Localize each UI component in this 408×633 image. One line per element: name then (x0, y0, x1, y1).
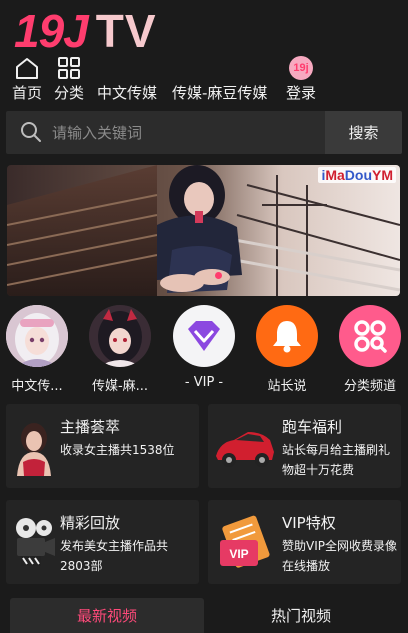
channel-item-announcement[interactable]: 站长说 (247, 305, 327, 394)
card-replay[interactable]: 精彩回放 发布美女主播作品共2803部 (6, 500, 199, 584)
hostess-photo-icon (11, 422, 57, 476)
vip-ticket-icon: VIP (214, 514, 276, 568)
card-vip[interactable]: VIP VIP特权 赞助VIP全网收费录像在线播放 (208, 500, 401, 584)
card-desc: 发布美女主播作品共2803部 (60, 539, 169, 573)
anime-avatar-pink-icon (6, 305, 68, 367)
film-camera-icon (11, 514, 57, 568)
banner-image (7, 165, 400, 296)
card-title: 精彩回放 (60, 514, 121, 532)
logo-part-1: 19J (14, 5, 89, 57)
category-icon (339, 305, 401, 367)
top-nav: 首页 分类 中文传媒 传媒-麻豆传媒 19j 登录 (0, 50, 408, 102)
channel-label: 中文传... (11, 379, 63, 394)
bell-icon (256, 305, 318, 367)
card-sports-car[interactable]: 跑车福利 站长每月给主播刷礼物超十万花费 (208, 404, 401, 488)
card-title: 跑车福利 (282, 418, 343, 436)
nav-item-madou-media[interactable]: 传媒-麻豆传媒 (172, 50, 267, 102)
channel-item-vip[interactable]: - VIP - (164, 305, 244, 390)
channel-label: 站长说 (267, 379, 307, 394)
channel-label: 分类频道 (343, 379, 396, 394)
site-logo[interactable]: 19J TV (14, 8, 157, 54)
search-icon (20, 121, 42, 147)
channel-label: - VIP - (184, 375, 224, 390)
card-hostess[interactable]: 主播荟萃 收录女主播共1538位 (6, 404, 199, 488)
logo-part-2: TV (95, 5, 157, 57)
search-input[interactable] (52, 111, 322, 154)
grid-icon (57, 55, 81, 81)
banner-watermark: iMaDouYM (318, 167, 396, 183)
tab-latest-videos[interactable]: 最新视频 (10, 598, 204, 633)
search-button[interactable]: 搜索 (325, 111, 402, 154)
login-badge-icon: 19j (289, 56, 313, 80)
video-tabs: 最新视频 热门视频 (10, 598, 402, 633)
channel-label: 传媒-麻... (91, 379, 149, 394)
channel-row: 中文传... 传媒-麻... - VIP - 站长说 分类频道 (0, 305, 408, 395)
card-title: 主播荟萃 (60, 418, 121, 436)
banner-carousel[interactable]: iMaDouYM (7, 165, 400, 296)
card-desc: 赞助VIP全网收费录像在线播放 (282, 539, 397, 573)
anime-avatar-dark-icon (89, 305, 151, 367)
nav-label: 传媒-麻豆传媒 (172, 84, 268, 102)
nav-item-login[interactable]: 19j 登录 (286, 50, 316, 102)
search-bar: 搜索 (6, 111, 402, 154)
nav-item-category[interactable]: 分类 (54, 50, 84, 102)
svg-text:VIP: VIP (229, 547, 248, 561)
vip-gem-icon (173, 305, 235, 367)
nav-label: 首页 (12, 84, 43, 102)
home-icon (14, 55, 40, 81)
sports-car-icon (214, 422, 276, 476)
nav-item-chinese-media[interactable]: 中文传媒 (97, 50, 157, 102)
nav-label: 登录 (286, 84, 317, 102)
channel-item-category[interactable]: 分类频道 (330, 305, 408, 394)
card-desc: 站长每月给主播刷礼物超十万花费 (282, 443, 391, 477)
card-title: VIP特权 (282, 514, 336, 532)
tab-hot-videos[interactable]: 热门视频 (204, 598, 398, 633)
channel-item[interactable]: 传媒-麻... (80, 305, 160, 394)
nav-item-home[interactable]: 首页 (12, 50, 42, 102)
channel-item[interactable]: 中文传... (0, 305, 77, 394)
nav-label: 中文传媒 (97, 84, 158, 102)
carousel-indicator[interactable] (215, 272, 222, 279)
card-desc: 收录女主播共1538位 (60, 443, 175, 457)
nav-label: 分类 (54, 84, 85, 102)
